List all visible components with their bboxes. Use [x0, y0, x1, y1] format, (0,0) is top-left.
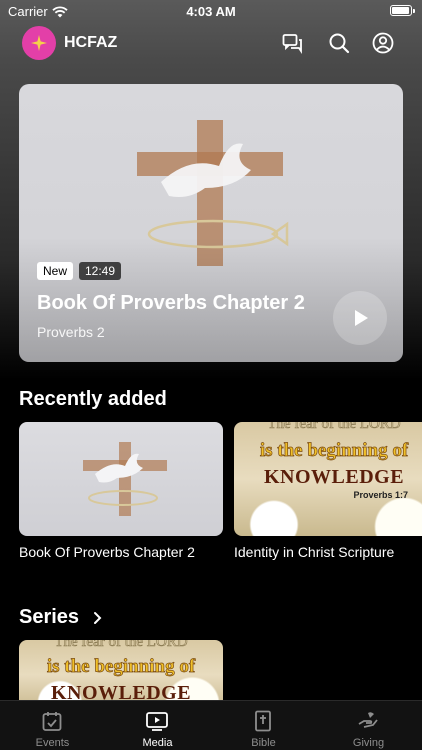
art-line-1: The fear of the LORD	[54, 640, 188, 650]
recent-card-identity[interactable]: The fear of the LORD is the beginning of…	[234, 422, 422, 536]
clock: 4:03 AM	[186, 4, 236, 19]
tab-media[interactable]: Media	[105, 701, 210, 750]
play-icon	[355, 310, 368, 326]
art-line-2: is the beginning of	[259, 440, 409, 462]
art-line-1: The fear of the LORD	[267, 422, 401, 432]
search-icon[interactable]	[328, 32, 350, 54]
featured-title: Book Of Proverbs Chapter 2	[37, 292, 305, 314]
logo-emblem-icon	[31, 35, 47, 51]
knowledge-artwork: The fear of the LORD is the beginning of…	[234, 422, 422, 536]
series-heading: Series	[19, 606, 80, 628]
chevron-right-icon	[94, 611, 102, 624]
church-logo[interactable]	[22, 26, 56, 60]
featured-media-card[interactable]: New 12:49 Book Of Proverbs Chapter 2 Pro…	[19, 84, 403, 362]
chat-icon[interactable]	[282, 32, 304, 54]
cross-dove-thumbnail	[83, 442, 167, 516]
app-header: HCFAZ	[0, 26, 422, 62]
art-line-2: is the beginning of	[46, 656, 196, 678]
new-badge: New	[37, 262, 74, 280]
tab-giving[interactable]: Giving	[316, 701, 421, 750]
profile-icon[interactable]	[372, 32, 394, 54]
play-button[interactable]	[333, 291, 387, 345]
recent-card-proverbs[interactable]	[19, 422, 223, 536]
recent-card-title: Book Of Proverbs Chapter 2	[19, 544, 195, 560]
tab-events[interactable]: Events	[0, 701, 105, 750]
recently-added-heading: Recently added	[19, 388, 167, 410]
series-heading-link[interactable]: Series	[19, 606, 103, 629]
giving-hand-icon	[358, 712, 378, 728]
tab-label: Events	[35, 737, 70, 749]
battery-level	[392, 7, 409, 14]
art-line-3: KNOWLEDGE	[263, 466, 405, 488]
art-reference: Proverbs 1:7	[353, 490, 408, 500]
tab-bible[interactable]: Bible	[211, 701, 316, 750]
tab-label: Media	[142, 737, 173, 749]
bible-icon	[255, 710, 271, 732]
status-bar: Carrier 4:03 AM	[0, 0, 422, 24]
tab-bar: Events Media Bible Giving	[0, 700, 422, 750]
duration-badge: 12:49	[79, 262, 122, 280]
calendar-icon	[42, 712, 62, 731]
tab-label: Giving	[352, 737, 385, 749]
app-title: HCFAZ	[64, 34, 118, 51]
battery-icon	[390, 5, 415, 16]
featured-subtitle: Proverbs 2	[37, 324, 105, 340]
play-screen-icon	[146, 712, 168, 731]
recent-card-title: Identity in Christ Scripture	[234, 544, 395, 560]
tab-label: Bible	[251, 737, 276, 749]
